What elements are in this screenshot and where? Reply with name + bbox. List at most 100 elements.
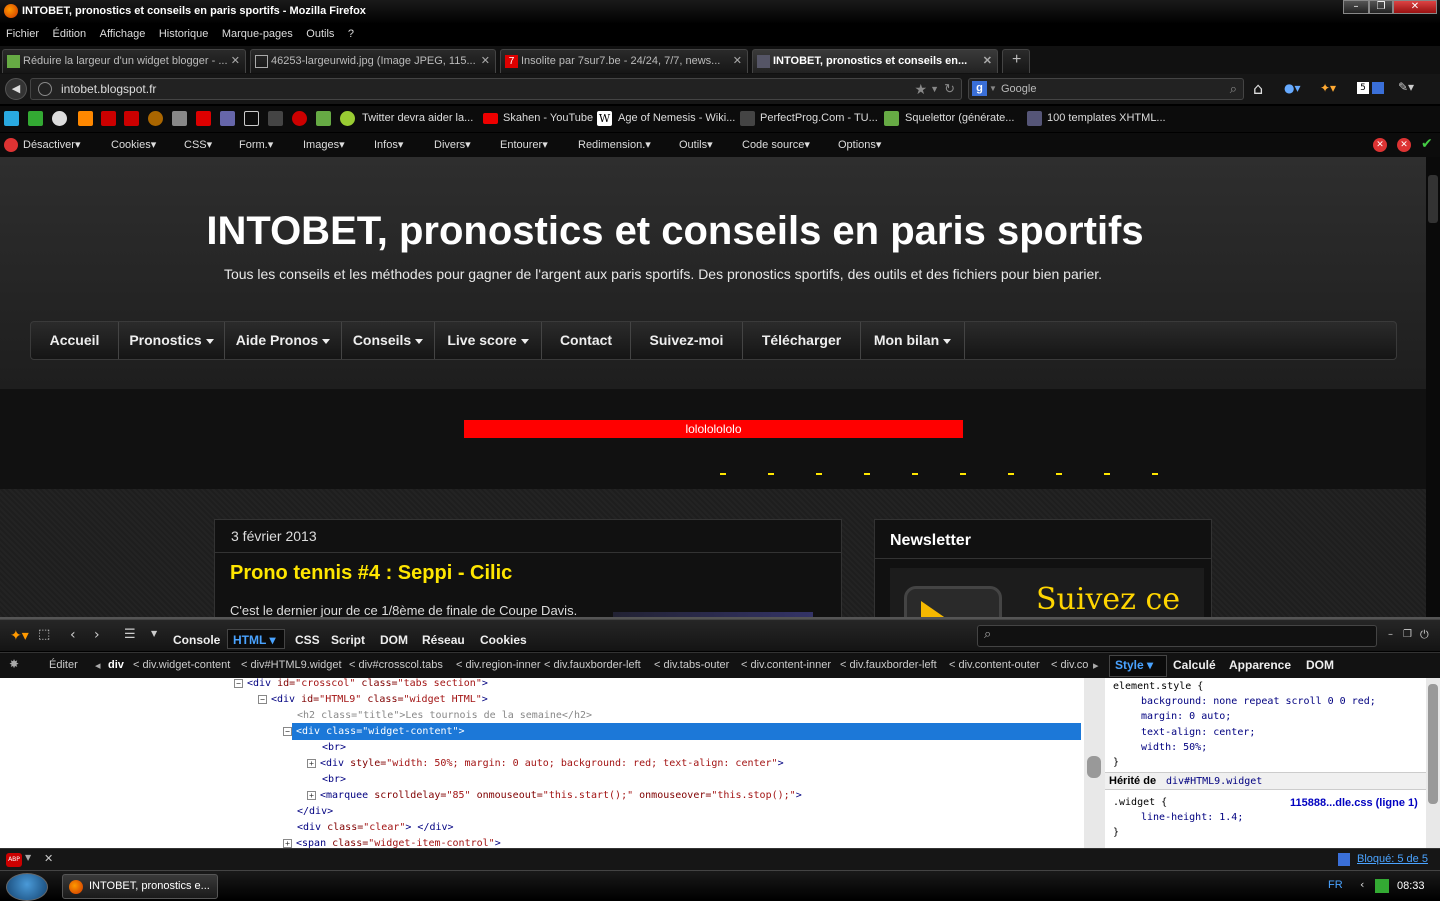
- dev-options[interactable]: Options▾: [838, 138, 881, 151]
- fb-style-scrollbar[interactable]: [1426, 678, 1440, 848]
- menu-edition[interactable]: Édition: [53, 24, 87, 44]
- scrollbar-thumb[interactable]: [1428, 175, 1438, 223]
- tree-node[interactable]: <div class="clear"> </div>: [297, 820, 454, 836]
- scrollbar-thumb[interactable]: [1087, 756, 1101, 778]
- bookmark-01net-icon[interactable]: [124, 111, 139, 126]
- tree-node[interactable]: + <marquee scrolldelay="85" onmouseout="t…: [307, 788, 802, 804]
- style-rule[interactable]: background: none repeat scroll 0 0 red;: [1141, 696, 1376, 707]
- crumb-tabs-outer[interactable]: < div.tabs-outer: [654, 659, 729, 671]
- tab-7sur7[interactable]: 7 Insolite par 7sur7.be - 24/24, 7/7, ne…: [500, 49, 748, 73]
- bookmark-perfectprog[interactable]: PerfectProg.Com - TU...: [760, 112, 878, 124]
- nav-mon-bilan[interactable]: Mon bilan: [861, 322, 965, 359]
- tab-close-icon[interactable]: ✕: [231, 50, 240, 72]
- crumb-html9[interactable]: < div#HTML9.widget: [241, 659, 342, 671]
- reload-icon[interactable]: ↻: [944, 79, 955, 99]
- bookmark-squelettor[interactable]: Squelettor (générate...: [905, 112, 1014, 124]
- dropdown-icon[interactable]: ▼: [151, 629, 157, 638]
- nav-suivez-moi[interactable]: Suivez-moi: [631, 322, 743, 359]
- menu-historique[interactable]: Historique: [159, 24, 209, 44]
- maximize-button[interactable]: ❐: [1369, 0, 1393, 14]
- fb-tab-console[interactable]: Console: [173, 633, 220, 647]
- bookmark-wiki[interactable]: Age of Nemesis - Wiki...: [618, 112, 735, 124]
- tree-node[interactable]: </div>: [297, 804, 333, 820]
- google-g-icon[interactable]: g: [972, 81, 987, 96]
- bookmark-icon[interactable]: [1027, 111, 1042, 126]
- bookmark-n-icon[interactable]: [78, 111, 93, 126]
- bookmark-icon[interactable]: [28, 111, 43, 126]
- adblock-icon[interactable]: ABP: [6, 853, 22, 867]
- twitter-icon[interactable]: [4, 111, 19, 126]
- bookmark-twitter[interactable]: Twitter devra aider la...: [362, 112, 473, 124]
- fb-tab-dom[interactable]: DOM: [380, 633, 408, 647]
- tab-close-icon[interactable]: ✕: [481, 50, 490, 72]
- nav-pronostics[interactable]: Pronostics: [119, 322, 225, 359]
- style-rule[interactable]: width: 50%;: [1141, 742, 1207, 753]
- fb-search-input[interactable]: ⌕: [977, 625, 1377, 647]
- crumb-widget-content[interactable]: < div.widget-content: [133, 659, 230, 671]
- breadcrumb-scroll-left-icon[interactable]: ◂: [95, 659, 101, 672]
- crumb-div[interactable]: div: [108, 659, 124, 671]
- firebug-icon[interactable]: ✦▾: [1320, 81, 1336, 95]
- star-bookmark-icon[interactable]: ★: [914, 79, 927, 99]
- check-icon[interactable]: ✔: [1421, 136, 1433, 152]
- home-icon[interactable]: ⌂: [1253, 79, 1263, 98]
- tab-close-icon[interactable]: ✕: [733, 50, 742, 72]
- crumb-content-inner[interactable]: < div.content-inner: [741, 659, 831, 671]
- wikipedia-icon[interactable]: W: [597, 111, 612, 126]
- taskbar-firefox-window[interactable]: INTOBET, pronostics e...: [62, 874, 218, 899]
- tab-intobet[interactable]: INTOBET, pronostics et conseils en... ✕: [752, 49, 998, 73]
- addon-icon[interactable]: ●▾: [1284, 81, 1301, 95]
- dropdown-icon[interactable]: ▼: [930, 79, 939, 99]
- inspect-icon[interactable]: ⬚: [38, 627, 50, 642]
- dropdown-icon[interactable]: ▼: [989, 79, 997, 99]
- close-icon[interactable]: ✕: [44, 852, 53, 865]
- menu-marque-pages[interactable]: Marque-pages: [222, 24, 293, 44]
- fb-tab-cookies[interactable]: Cookies: [480, 633, 527, 647]
- fb-power-icon[interactable]: ⏻: [1420, 628, 1429, 642]
- tree-node[interactable]: − <div id="HTML9" class="widget HTML">: [258, 692, 488, 708]
- fb-tab-script[interactable]: Script: [331, 633, 365, 647]
- bookmark-templates[interactable]: 100 templates XHTML...: [1047, 112, 1166, 124]
- search-icon[interactable]: ⌕: [1230, 79, 1237, 99]
- close-window-button[interactable]: ✕: [1393, 0, 1437, 14]
- blocker-icon[interactable]: [1338, 853, 1350, 866]
- tray-arrow-icon[interactable]: ‹: [1360, 878, 1364, 891]
- dev-form[interactable]: Form.▾: [239, 138, 273, 151]
- url-bar[interactable]: intobet.blogspot.fr ★ ▼ ↻: [30, 78, 962, 100]
- dev-desactiver[interactable]: Désactiver▾: [23, 138, 81, 151]
- firebug-icon[interactable]: ✦▾: [10, 628, 29, 644]
- bookmark-icon[interactable]: [220, 111, 235, 126]
- tree-node[interactable]: <h2 class="title">Les tournois de la sem…: [297, 708, 592, 724]
- bookmark-icon[interactable]: [52, 111, 67, 126]
- extension-icon[interactable]: [1372, 82, 1384, 94]
- youtube-icon[interactable]: [483, 113, 498, 124]
- forward-arrow-icon[interactable]: ›: [94, 627, 100, 643]
- tab-image-jpeg[interactable]: 46253-largeurwid.jpg (Image JPEG, 115...…: [250, 49, 496, 73]
- crumb-fauxborder-left-2[interactable]: < div.fauxborder-left: [840, 659, 937, 671]
- tree-node[interactable]: <br>: [322, 772, 346, 788]
- fb-detach-icon[interactable]: ❐: [1403, 629, 1412, 640]
- bookmark-icon[interactable]: [172, 111, 187, 126]
- list-menu-icon[interactable]: ☰: [124, 627, 136, 642]
- tab-close-icon[interactable]: ✕: [983, 50, 992, 72]
- nav-aide-pronos[interactable]: Aide Pronos: [225, 322, 342, 359]
- fb-tab-html[interactable]: HTML ▾: [233, 633, 275, 647]
- marquee-text-clip[interactable]: [720, 473, 1190, 475]
- bookmark-youtube[interactable]: Skahen - YouTube: [503, 112, 593, 124]
- nav-live-score[interactable]: Live score: [435, 322, 542, 359]
- menu-fichier[interactable]: Fichier: [6, 24, 39, 44]
- dev-cookies[interactable]: Cookies▾: [111, 138, 156, 151]
- dev-code-source[interactable]: Code source▾: [742, 138, 810, 151]
- dev-outils[interactable]: Outils▾: [679, 138, 713, 151]
- dev-css[interactable]: CSS▾: [184, 138, 212, 151]
- style-rule[interactable]: margin: 0 auto;: [1141, 711, 1231, 722]
- leaf-icon[interactable]: [340, 111, 355, 126]
- search-bar[interactable]: g ▼ Google ⌕: [968, 78, 1244, 100]
- pencil-menu-icon[interactable]: ✎▾: [1398, 80, 1414, 94]
- bookmark-icon[interactable]: [884, 111, 899, 126]
- dropdown-icon[interactable]: ▼: [25, 853, 31, 862]
- style-rule[interactable]: text-align: center;: [1141, 727, 1255, 738]
- bookmark-page-icon[interactable]: [244, 111, 259, 126]
- menu-help[interactable]: ?: [348, 24, 354, 44]
- fb-tab-reseau[interactable]: Réseau: [422, 633, 465, 647]
